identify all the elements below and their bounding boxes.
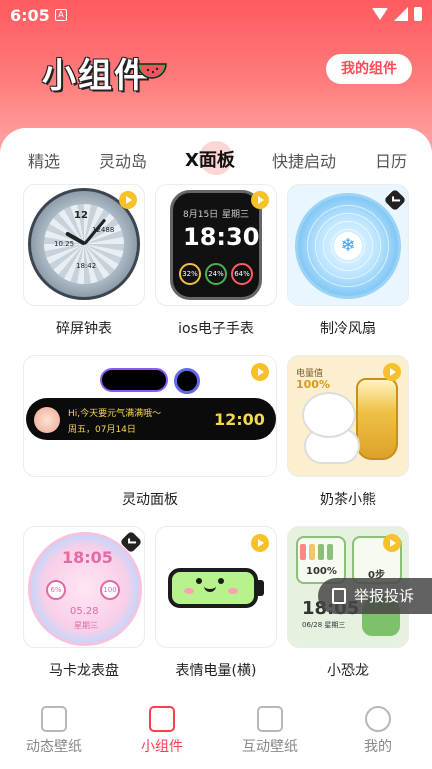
island-date: 周五，07月14日 [68, 425, 136, 435]
battery-cap [258, 580, 264, 596]
watch-gauge: 24% [205, 263, 227, 285]
widget-label: 制冷风扇 [320, 321, 376, 337]
wifi-icon [372, 8, 388, 20]
image-icon [41, 706, 67, 732]
bear-battery-value: 100% [296, 378, 330, 391]
widget-label: 奶茶小熊 [320, 492, 376, 508]
tab-calendar[interactable]: 日历 [375, 148, 407, 172]
tab-dynamic-island[interactable]: 灵动岛 [99, 148, 147, 172]
island-ring [174, 368, 200, 394]
nav-label: 动态壁纸 [26, 739, 82, 755]
nav-widgets[interactable]: 小组件 [112, 698, 212, 758]
app-title: 小组件 [42, 56, 150, 96]
battery-icon [414, 7, 422, 21]
shattered-clock-sub-bottom: 18:42 [76, 262, 97, 270]
nav-profile[interactable]: 我的 [328, 698, 428, 758]
play-badge-icon [251, 534, 269, 552]
status-time: 6:05 [10, 6, 50, 25]
bottom-navigation: 动态壁纸 小组件 互动壁纸 我的 [0, 698, 432, 769]
island-time: 12:00 [214, 410, 265, 429]
status-bar: 6:05 A [0, 0, 432, 30]
macaron-sub-left: 6% [46, 580, 66, 600]
milk-tea-bottle [356, 378, 398, 460]
macaron-weekday: 星期三 [74, 621, 98, 630]
island-message: Hi,今天要元气满满哦～ [68, 409, 162, 419]
widget-label: 表情电量(横) [175, 663, 257, 679]
play-badge-icon [251, 191, 269, 209]
play-badge-icon [251, 363, 269, 381]
widget-label: 碎屏钟表 [56, 321, 112, 337]
nav-interactive-wallpaper[interactable]: 互动壁纸 [220, 698, 320, 758]
widget-label: 灵动面板 [122, 492, 178, 508]
shattered-clock-sub-left: 10.25 [54, 240, 75, 248]
widgets-icon [149, 706, 175, 732]
bear-head [302, 392, 356, 438]
play-badge-icon [383, 363, 401, 381]
dino-battery-bars [300, 544, 340, 560]
tab-x-panel[interactable]: X面板 [185, 146, 235, 172]
snowflake-icon: ❄ [334, 232, 362, 260]
nav-label: 互动壁纸 [242, 739, 298, 755]
macaron-time: 18:05 [62, 548, 113, 567]
macaron-sub-right: 100 [100, 580, 120, 600]
watch-weekday: 星期三 [221, 210, 249, 220]
report-edit-icon [332, 588, 346, 604]
interactive-wallpaper-icon [257, 706, 283, 732]
widget-label: 马卡龙表盘 [49, 663, 119, 679]
tab-featured[interactable]: 精选 [28, 148, 60, 172]
dino-date: 06/28 星期三 [302, 621, 346, 629]
macaron-date: 05.28 [70, 606, 99, 617]
island-pill [100, 368, 168, 392]
nav-label: 小组件 [141, 739, 183, 755]
watch-gauge: 64% [231, 263, 253, 285]
emoji-blush [184, 588, 194, 594]
widget-label: ios电子手表 [178, 321, 254, 337]
ios-watch-preview: 8月15日 星期三 18:30 32% 24% 64% [170, 190, 262, 300]
emoji-eye [218, 578, 224, 584]
shattered-clock-number: 12 [74, 210, 88, 221]
nav-live-wallpaper[interactable]: 动态壁纸 [4, 698, 104, 758]
notification-icon: A [55, 9, 67, 21]
my-widgets-button[interactable]: 我的组件 [326, 54, 412, 84]
watermelon-icon [137, 63, 167, 79]
watch-date: 8月15日 [183, 210, 219, 220]
emoji-eye [196, 578, 202, 584]
avatar [34, 407, 60, 433]
play-badge-icon [383, 534, 401, 552]
tab-quick-launch[interactable]: 快捷启动 [272, 148, 336, 172]
category-tabs: 精选 灵动岛 X面板 快捷启动 日历 [0, 148, 432, 172]
play-badge-icon [119, 191, 137, 209]
watch-time: 18:30 [183, 223, 260, 251]
nav-label: 我的 [364, 739, 392, 755]
widget-label: 小恐龙 [327, 663, 369, 679]
profile-icon [365, 706, 391, 732]
dino-battery-value: 100% [306, 566, 337, 577]
emoji-blush [228, 588, 238, 594]
watch-gauge: 32% [179, 263, 201, 285]
signal-icon [394, 7, 408, 21]
